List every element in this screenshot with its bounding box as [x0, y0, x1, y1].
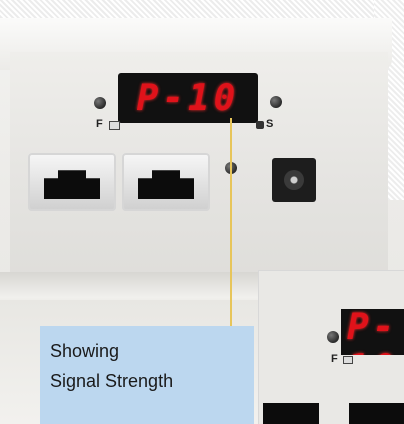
ethernet-port-1-jack [44, 170, 100, 199]
inset-device-view: P-10 F [258, 270, 404, 424]
dc-power-jack [272, 158, 316, 202]
ethernet-port-1 [28, 153, 116, 211]
inset-indicator-led [327, 331, 339, 343]
left-indicator-led [94, 97, 106, 109]
inset-ethernet-port-1 [263, 403, 319, 424]
callout-box: Showing Signal Strength [40, 326, 254, 424]
right-button-label: S [266, 118, 274, 130]
callout-pointer-line [230, 118, 232, 330]
inset-left-button-label: F [331, 353, 338, 365]
inset-display-readout: P-10 [347, 309, 399, 355]
inset-ethernet-port-2 [349, 403, 404, 424]
s-icon [256, 121, 264, 129]
callout-line-1: Showing [50, 341, 120, 361]
right-indicator-led [270, 96, 282, 108]
inset-seven-segment-display: P-10 [341, 309, 404, 355]
ethernet-port-2 [122, 153, 210, 211]
inset-f-icon [343, 356, 353, 364]
display-readout: P-10 [136, 77, 240, 119]
device-photo: P-10 F S Showing Signal Strength P-10 F [0, 0, 404, 424]
f-icon [109, 121, 120, 130]
left-button-label: F [96, 118, 103, 130]
ethernet-port-2-jack [138, 170, 194, 199]
callout-line-2: Signal Strength [50, 371, 174, 391]
seven-segment-display: P-10 [118, 73, 258, 123]
dc-power-jack-pin [284, 170, 304, 190]
